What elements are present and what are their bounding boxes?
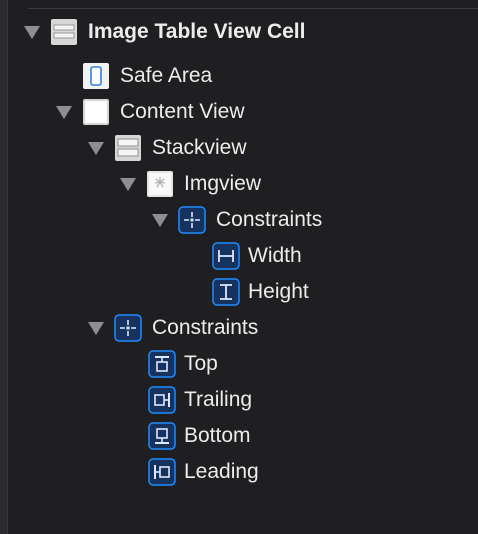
tree-item-label: Bottom (184, 424, 251, 447)
tree-item-trailing[interactable]: Trailing (184, 382, 252, 418)
tree-item-label: Trailing (184, 388, 253, 411)
constraints-icon (114, 314, 142, 342)
tree-item-label: Safe Area (120, 64, 213, 87)
tree-item-label: Stackview (152, 136, 247, 159)
disclosure-triangle-icon[interactable] (24, 25, 40, 39)
disclosure-triangle-icon[interactable] (120, 177, 136, 191)
separator (28, 8, 478, 9)
tree-item-label: Height (248, 280, 309, 303)
table-cell-icon (50, 18, 78, 46)
tree-item-cv-constraints[interactable]: Constraints (152, 310, 258, 346)
safe-area-icon (82, 62, 110, 90)
tree-item-label: Top (184, 352, 218, 375)
tree-item-width[interactable]: Width (248, 238, 302, 274)
tree-item-height[interactable]: Height (248, 274, 309, 310)
disclosure-triangle-icon[interactable] (56, 105, 72, 119)
height-constraint-icon (212, 278, 240, 306)
tree-item-label: Content View (120, 100, 245, 123)
disclosure-triangle-icon[interactable] (88, 321, 104, 335)
view-icon (82, 98, 110, 126)
tree-item-label: Constraints (152, 316, 259, 339)
constraints-icon (178, 206, 206, 234)
image-view-icon (146, 170, 174, 198)
disclosure-triangle-icon[interactable] (152, 213, 168, 227)
tree-item-img-constraints[interactable]: Constraints (216, 202, 322, 238)
trailing-constraint-icon (148, 386, 176, 414)
tree-item-label: Leading (184, 460, 259, 483)
tree-item-label: Image Table View Cell (88, 20, 306, 43)
tree-item-imgview[interactable]: Imgview (184, 166, 261, 202)
tree-item-label: Width (248, 244, 302, 267)
top-constraint-icon (148, 350, 176, 378)
stack-view-icon (114, 134, 142, 162)
tree-item-content-view[interactable]: Content View (120, 94, 245, 130)
panel-divider (7, 0, 8, 534)
bottom-constraint-icon (148, 422, 176, 450)
tree-item-label: Constraints (216, 208, 323, 231)
tree-item-safe-area[interactable]: Safe Area (120, 58, 212, 94)
disclosure-triangle-icon[interactable] (88, 141, 104, 155)
width-constraint-icon (212, 242, 240, 270)
panel-edge (0, 0, 7, 534)
tree-item-image-table-view-cell[interactable] (24, 14, 40, 50)
table-cell-icon-wrap (50, 14, 80, 50)
leading-constraint-icon (148, 458, 176, 486)
tree-item-bottom[interactable]: Bottom (184, 418, 251, 454)
tree-item-leading[interactable]: Leading (184, 454, 259, 490)
tree-item-stackview[interactable]: Stackview (152, 130, 247, 166)
tree-item-top[interactable]: Top (184, 346, 218, 382)
tree-item-label: Imgview (184, 172, 262, 195)
